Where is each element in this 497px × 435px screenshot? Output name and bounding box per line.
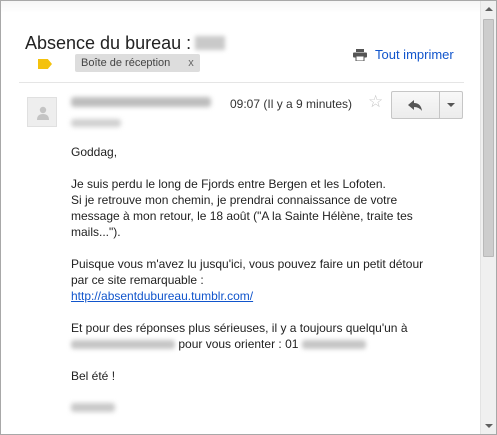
message-time: 09:07 (Il y a 9 minutes): [230, 97, 353, 111]
closing: Bel été !: [71, 368, 471, 384]
reply-icon: [408, 99, 423, 111]
body-line: Et pour des réponses plus sérieuses, il …: [71, 321, 408, 335]
printer-icon: [353, 48, 367, 61]
paragraph-contact: Et pour des réponses plus sérieuses, il …: [71, 320, 471, 352]
email-window: Absence du bureau : Boîte de réception x…: [0, 0, 497, 435]
reply-button-group: [391, 91, 463, 119]
label-tag-icon: [38, 59, 52, 69]
star-icon[interactable]: ☆: [368, 93, 383, 110]
sender-detail-redacted: [71, 119, 121, 127]
print-all-label: Tout imprimer: [375, 47, 454, 62]
more-actions-button[interactable]: [438, 92, 462, 118]
paragraph-link: Puisque vous m'avez lu jusqu'ici, vous p…: [71, 256, 471, 304]
closing-text: Bel été !: [71, 369, 116, 383]
contact-text: pour vous orienter : 01: [178, 337, 299, 351]
print-all-button[interactable]: Tout imprimer: [353, 47, 454, 62]
greeting: Goddag,: [71, 144, 471, 160]
body-line: Si je retrouve mon chemin, je prendrai c…: [71, 193, 398, 207]
body-line-contact: pour vous orienter : 01: [71, 336, 471, 352]
message-body: Goddag, Je suis perdu le long de Fjords …: [71, 144, 471, 400]
email-subject: Absence du bureau :: [25, 33, 226, 54]
subject-text: Absence du bureau :: [25, 33, 192, 53]
scrollbar-thumb[interactable]: [483, 19, 494, 257]
reply-button[interactable]: [392, 92, 439, 118]
phone-redacted: [301, 340, 366, 350]
avatar-icon: [37, 106, 49, 120]
website-link[interactable]: http://absentdubureau.tumblr.com/: [71, 289, 253, 303]
sender-name-redacted: [71, 97, 211, 107]
vertical-scrollbar[interactable]: [480, 1, 496, 434]
contact-redacted: [71, 340, 175, 350]
label-remove-button[interactable]: x: [188, 57, 194, 69]
scroll-down-button[interactable]: [481, 418, 497, 434]
paragraph-absence: Je suis perdu le long de Fjords entre Be…: [71, 176, 471, 240]
body-line: Puisque vous m'avez lu jusqu'ici, vous p…: [71, 257, 424, 271]
body-line: Je suis perdu le long de Fjords entre Be…: [71, 177, 386, 191]
scroll-up-button[interactable]: [481, 1, 497, 17]
arrow-down-icon: [485, 424, 493, 428]
subject-redacted: [195, 36, 226, 50]
arrow-up-icon: [485, 7, 493, 11]
avatar[interactable]: [27, 97, 57, 127]
body-line: message à mon retour, le 18 août ("A la …: [71, 209, 413, 223]
body-line: par ce site remarquable :: [71, 273, 204, 287]
label-chip[interactable]: Boîte de réception x: [75, 54, 200, 72]
signature-redacted: [71, 403, 115, 412]
body-line: mails...").: [71, 225, 121, 239]
header-divider: [19, 82, 464, 83]
top-band: [1, 1, 481, 13]
label-chip-text: Boîte de réception: [81, 57, 171, 69]
caret-down-icon: [446, 103, 455, 107]
greeting-text: Goddag,: [71, 145, 118, 159]
